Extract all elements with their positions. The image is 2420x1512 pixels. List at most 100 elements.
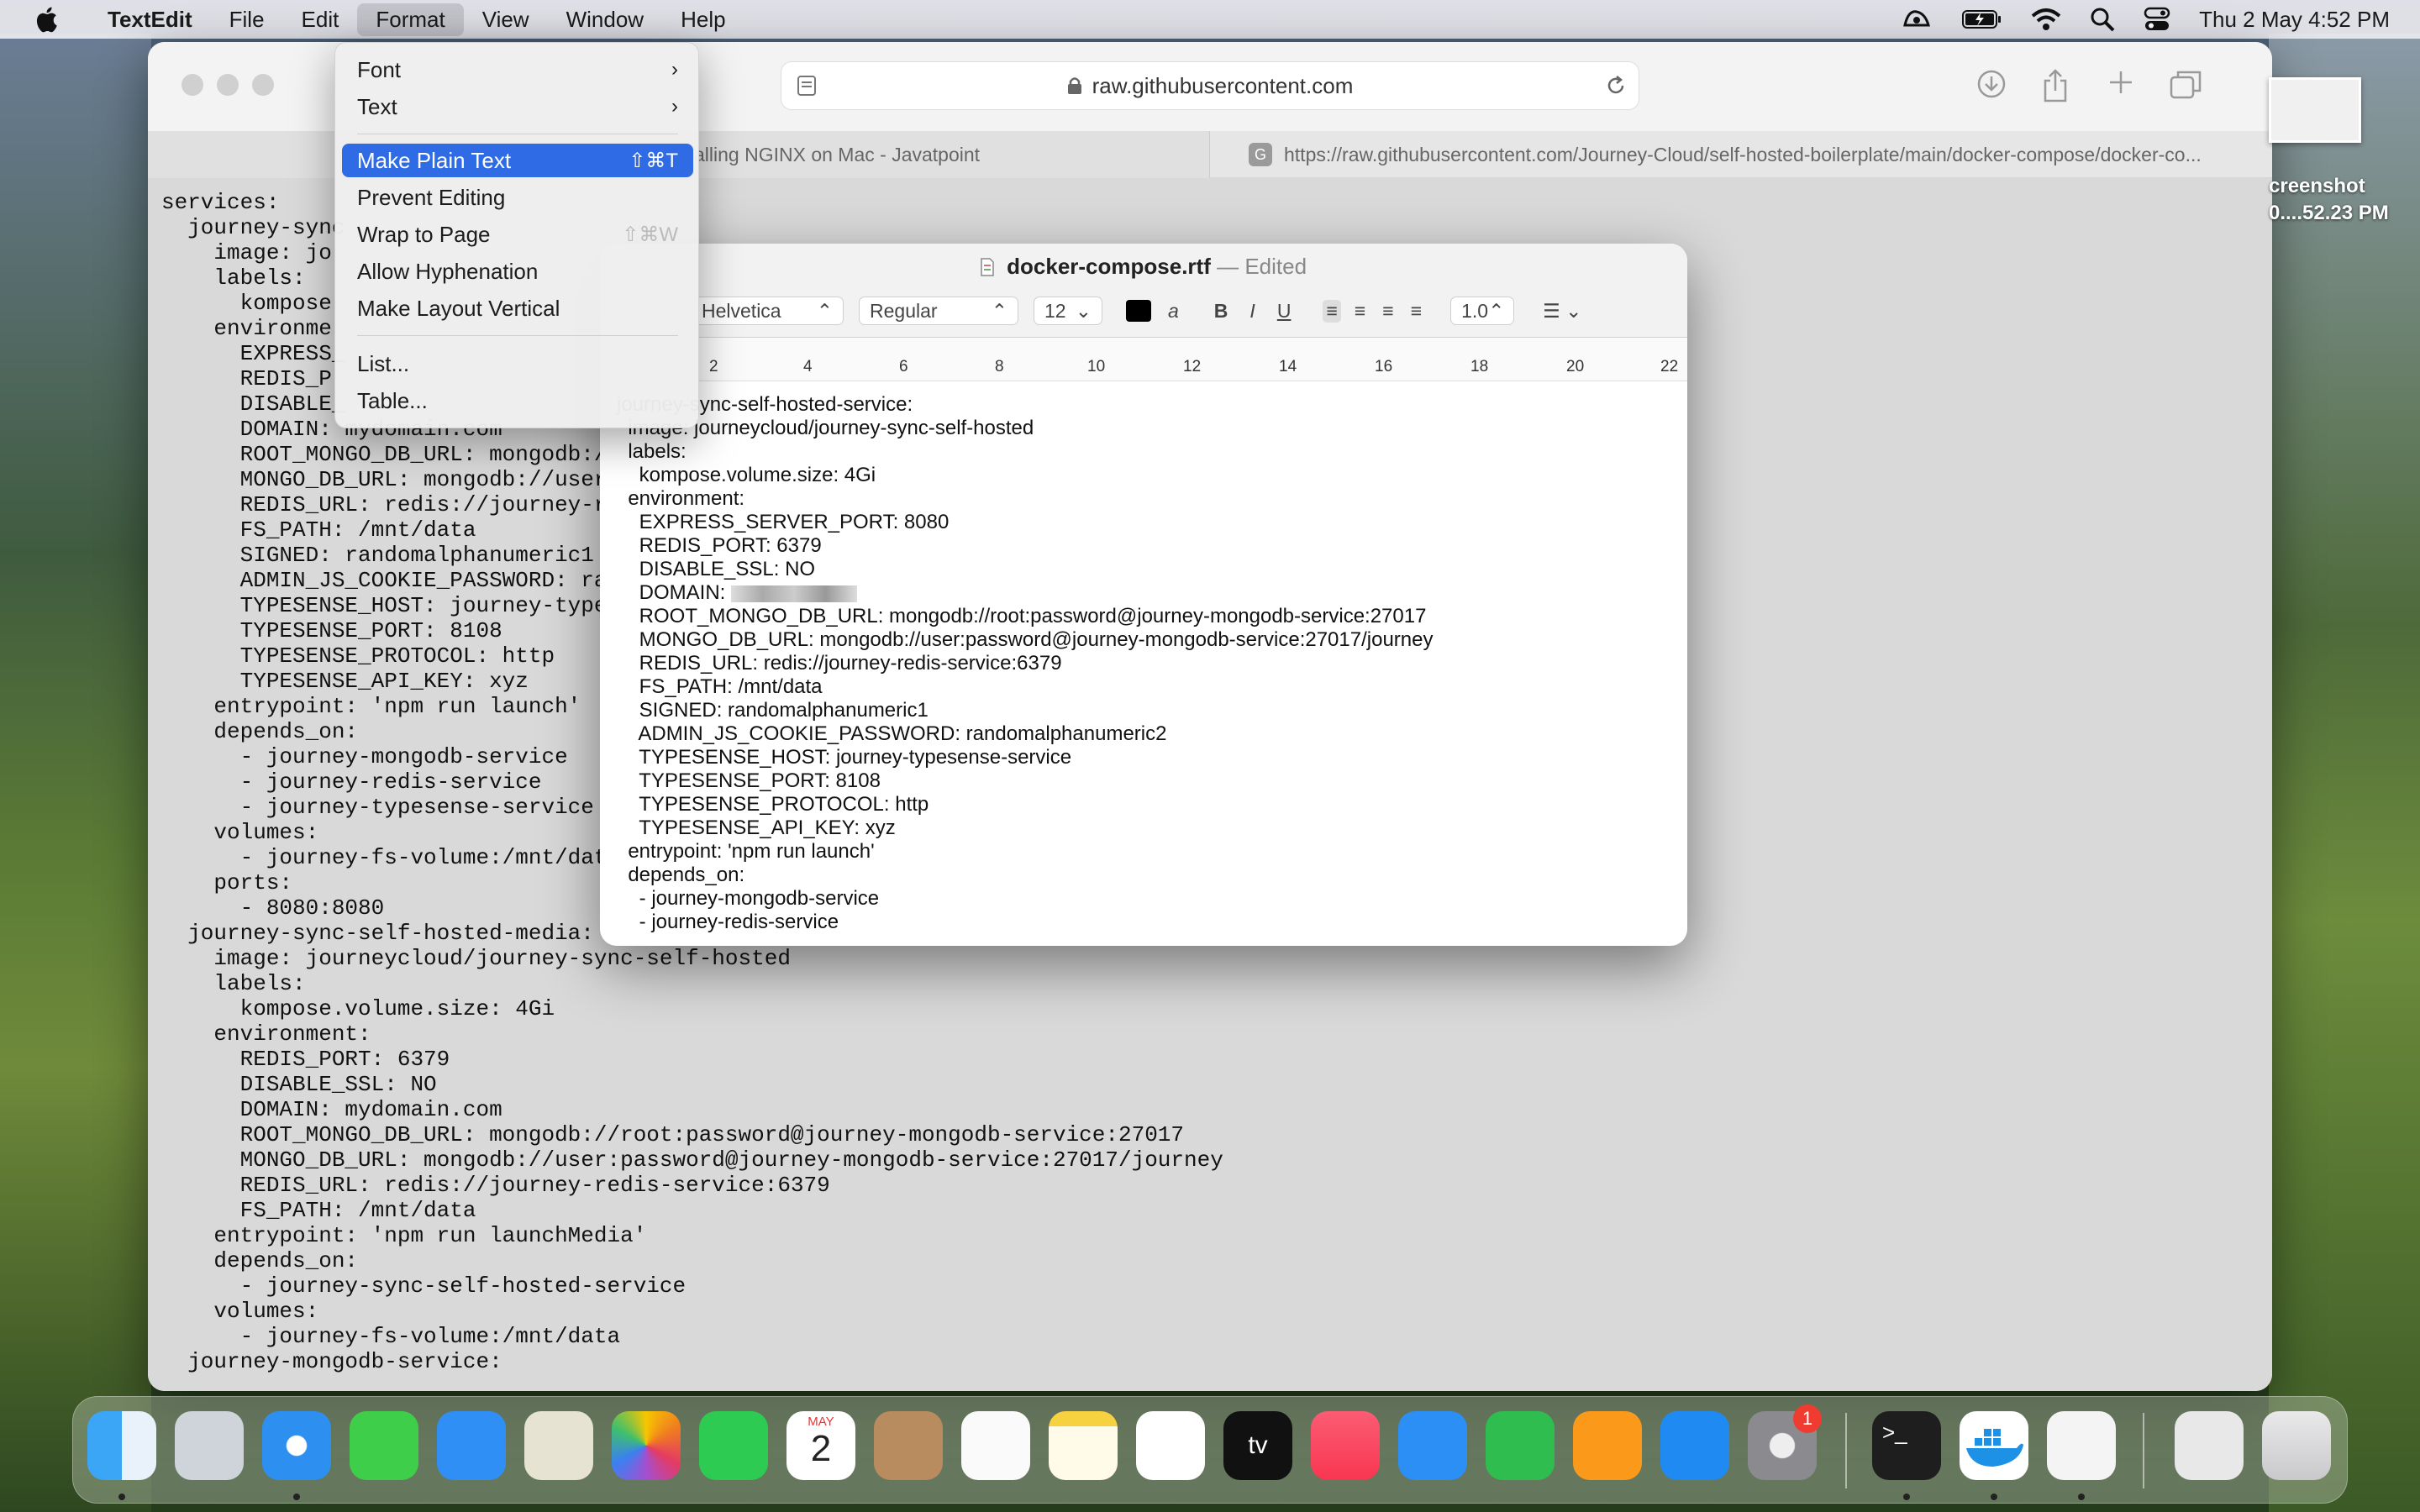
menu-format[interactable]: Format [357, 3, 464, 36]
font-size-select[interactable]: 12 ⌄ [1034, 297, 1102, 325]
textedit-icon[interactable] [2047, 1411, 2116, 1480]
window-controls [182, 74, 274, 96]
list-bullets-button[interactable]: ☰ ⌄ [1543, 300, 1581, 323]
bold-button[interactable]: B [1214, 300, 1228, 323]
lock-icon [1067, 77, 1081, 94]
menu-item-prevent-editing[interactable]: Prevent Editing [342, 181, 693, 214]
menu-item-text[interactable]: Text › [342, 90, 693, 123]
format-bar: Helvetica ⌃ Regular ⌃ 12 ⌄ a B I U ≡ ≡ ≡ ≡ … [600, 296, 1581, 326]
menu-window[interactable]: Window [548, 3, 662, 36]
tab-raw-github[interactable]: Ghttps://raw.githubusercontent.com/Journ… [1249, 131, 2257, 178]
wallpaper-right [2269, 34, 2420, 1512]
battery-icon[interactable] [1962, 9, 2002, 29]
numbers-icon[interactable] [1486, 1411, 1555, 1480]
close-button[interactable] [182, 74, 203, 96]
apple-icon[interactable] [34, 6, 59, 33]
wifi-icon[interactable] [2031, 8, 2061, 31]
running-indicator [293, 1494, 300, 1500]
maps-icon[interactable] [524, 1411, 593, 1480]
italic-button[interactable]: I [1249, 300, 1255, 323]
updown-icon: ⌃ [991, 299, 1007, 322]
textedit-toolbar: docker-compose.rtf — Edited Helvetica ⌃ R… [600, 244, 1687, 338]
screenshot-file-label[interactable]: creenshot 0....52.23 PM [2269, 173, 2420, 227]
justify-button[interactable]: ≡ [1411, 300, 1422, 323]
menu-item-make-layout-vertical[interactable]: Make Layout Vertical [342, 291, 693, 325]
finder-icon[interactable] [87, 1411, 156, 1480]
music-icon[interactable] [1311, 1411, 1380, 1480]
updown-icon: ⌃ [816, 299, 833, 322]
clock[interactable]: Thu 2 May 4:52 PM [2199, 7, 2390, 33]
messages-icon[interactable] [350, 1411, 418, 1480]
pages-icon[interactable] [1573, 1411, 1642, 1480]
running-indicator [2078, 1494, 2085, 1500]
document-text[interactable]: journey-sync-self-hosted-service: image:… [617, 393, 1433, 934]
menu-file[interactable]: File [211, 3, 283, 36]
tab-overview-icon[interactable] [2170, 69, 2202, 99]
url-text: raw.githubusercontent.com [1092, 72, 1354, 98]
font-family-select[interactable]: Helvetica ⌃ [691, 297, 844, 325]
line-spacing-select[interactable]: 1.0 ⌃ [1450, 297, 1515, 325]
minimize-button[interactable] [217, 74, 239, 96]
menu-item-wrap-to-page[interactable]: Wrap to Page ⇧⌘W [342, 218, 693, 251]
zoom-button[interactable] [252, 74, 274, 96]
menu-item-font[interactable]: Font › [342, 53, 693, 87]
facetime-icon[interactable] [699, 1411, 768, 1480]
menu-item-allow-hyphenation[interactable]: Allow Hyphenation [342, 255, 693, 288]
menu-item-make-plain-text[interactable]: Make Plain Text ⇧⌘T [342, 144, 693, 177]
notes-icon[interactable] [1049, 1411, 1118, 1480]
edited-status[interactable]: Edited [1244, 254, 1307, 279]
photos-icon[interactable] [612, 1411, 681, 1480]
updown-icon: ⌃ [1488, 299, 1505, 322]
terminal-icon[interactable]: >_ [1872, 1411, 1941, 1480]
dock-separator [1845, 1413, 1847, 1488]
app-store-icon[interactable] [1660, 1411, 1729, 1480]
downloads-icon[interactable] [1976, 69, 2007, 99]
reader-icon[interactable] [797, 75, 817, 97]
align-right-button[interactable]: ≡ [1382, 300, 1393, 323]
document-icon [981, 258, 994, 276]
redacted-domain [731, 585, 858, 602]
underline-button[interactable]: U [1277, 300, 1292, 323]
safari-icon[interactable] [262, 1411, 331, 1480]
highlight-color-button[interactable]: a [1168, 300, 1179, 323]
tv-icon[interactable]: tv [1223, 1411, 1292, 1480]
keynote-icon[interactable] [1398, 1411, 1467, 1480]
file-name: docker-compose.rtf [1007, 254, 1211, 279]
running-indicator [1991, 1494, 1997, 1500]
trash-icon[interactable] [2262, 1411, 2331, 1480]
contacts-icon[interactable] [874, 1411, 943, 1480]
title-dash: — [1217, 254, 1239, 279]
control-center-icon[interactable] [2144, 7, 2170, 32]
menu-item-list[interactable]: List... [342, 347, 693, 381]
menu-help[interactable]: Help [662, 3, 744, 36]
menu-bar: TextEdit File Edit Format View Window He… [0, 0, 2420, 39]
format-menu: Font › Text › Make Plain Text ⇧⌘T Prevent E… [334, 42, 699, 428]
menu-app-textedit[interactable]: TextEdit [89, 3, 211, 36]
new-tab-icon[interactable] [2107, 69, 2134, 96]
dictation-icon[interactable] [1900, 7, 1933, 32]
share-icon[interactable] [2042, 69, 2069, 102]
align-center-button[interactable]: ≡ [1355, 300, 1365, 323]
docker-icon[interactable] [1960, 1411, 2028, 1480]
freeform-icon[interactable] [1136, 1411, 1205, 1480]
mail-icon[interactable] [437, 1411, 506, 1480]
launchpad-icon[interactable] [175, 1411, 244, 1480]
screenshot-file-icon[interactable] [2269, 77, 2361, 143]
preview-document-icon[interactable] [2175, 1411, 2244, 1480]
font-style-select[interactable]: Regular ⌃ [859, 297, 1018, 325]
align-left-button[interactable]: ≡ [1323, 299, 1341, 323]
menu-item-table[interactable]: Table... [342, 384, 693, 417]
notification-badge: 1 [1793, 1404, 1822, 1433]
text-color-swatch[interactable] [1126, 300, 1151, 322]
reminders-icon[interactable] [961, 1411, 1030, 1480]
ruler[interactable]: 2 4 6 8 10 12 14 16 18 20 22 [600, 338, 1687, 381]
menu-edit[interactable]: Edit [283, 3, 358, 36]
calendar-icon[interactable]: MAY 2 [786, 1411, 855, 1480]
address-bar[interactable]: raw.githubusercontent.com [781, 62, 1639, 109]
search-icon[interactable] [2090, 7, 2115, 32]
menu-separator [357, 335, 678, 336]
textedit-window: docker-compose.rtf — Edited Helvetica ⌃ R… [600, 244, 1687, 946]
chevron-right-icon: › [671, 95, 678, 118]
reload-icon[interactable] [1605, 75, 1627, 97]
menu-view[interactable]: View [464, 3, 548, 36]
